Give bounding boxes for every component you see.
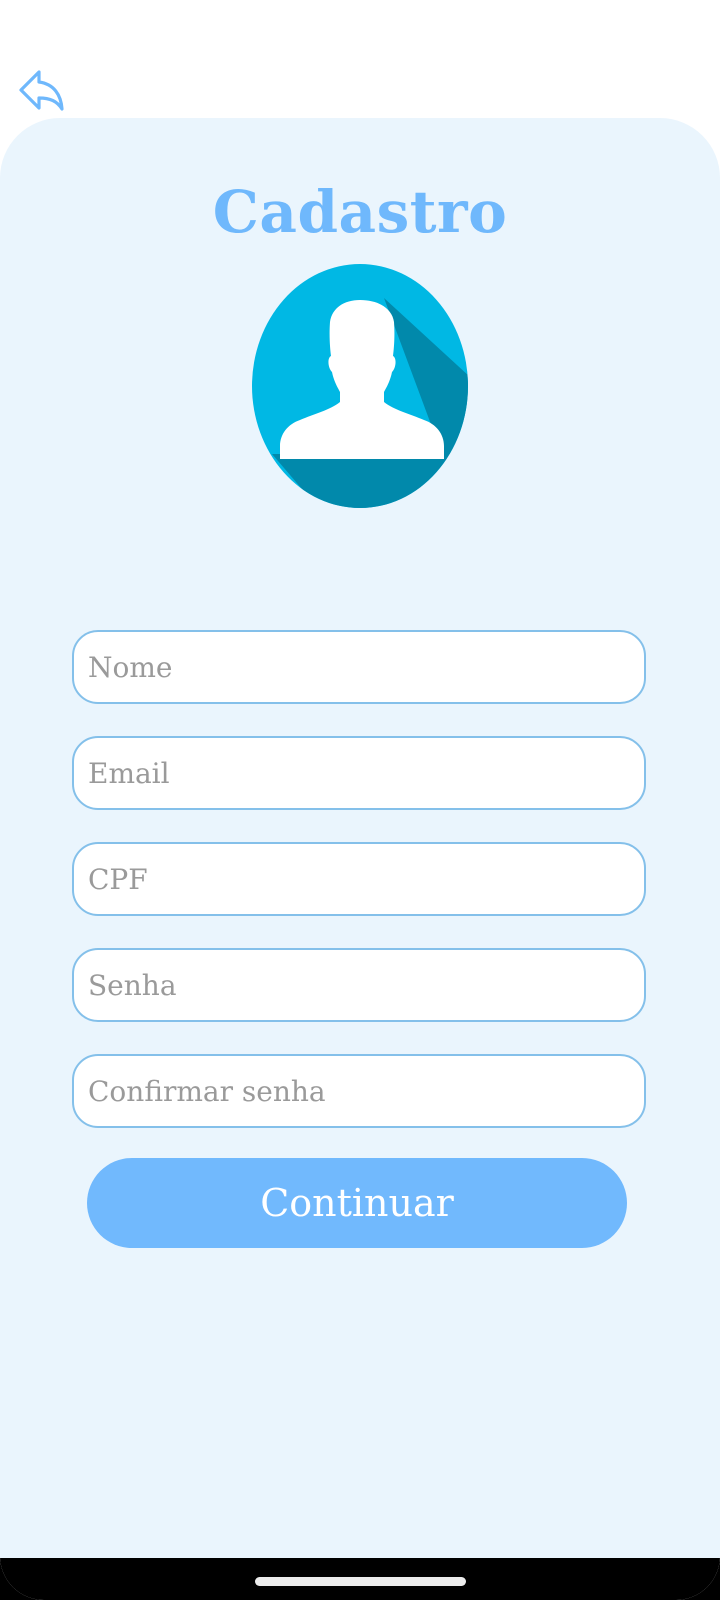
confirmar-senha-field[interactable] <box>72 1054 646 1128</box>
reply-arrow-icon <box>19 70 64 111</box>
cpf-field[interactable] <box>72 842 646 916</box>
app-screen: Cadastro Continuar <box>0 0 720 1600</box>
nome-field[interactable] <box>72 630 646 704</box>
continue-button[interactable]: Continuar <box>87 1158 627 1248</box>
page-title: Cadastro <box>212 178 508 246</box>
senha-field[interactable] <box>72 948 646 1022</box>
home-indicator[interactable] <box>255 1577 466 1586</box>
back-button[interactable] <box>16 66 66 112</box>
email-field[interactable] <box>72 736 646 810</box>
user-silhouette-icon <box>252 264 468 508</box>
avatar <box>252 264 468 508</box>
